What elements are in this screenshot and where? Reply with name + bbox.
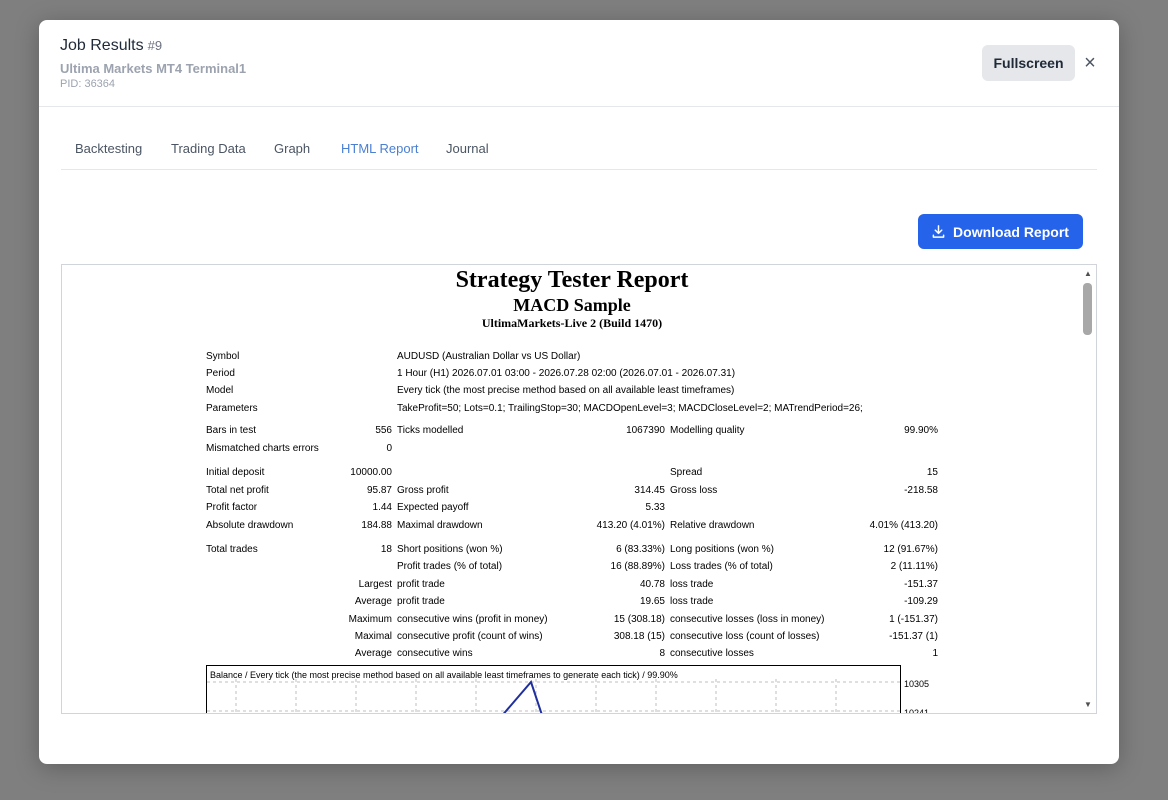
scroll-down-arrow-icon[interactable]: ▼ [1084,700,1092,709]
graph-axis-label-top: 10305 [904,679,930,689]
report-scrollbar[interactable]: ▲ ▼ [1080,265,1096,713]
stat-row-0-l3: Modelling quality [670,425,745,436]
stat-row-3-v3: -218.58 [904,485,938,496]
model-value: Every tick (the most precise method base… [397,385,735,396]
terminal-name: Ultima Markets MT4 Terminal1 [60,61,247,76]
scrollbar-thumb[interactable] [1083,283,1092,335]
stat-row-9-v1: Average [354,596,392,607]
tab-journal[interactable]: Journal [446,141,489,156]
stat-row-5-v3: 4.01% (413.20) [869,520,938,531]
parameters-value: TakeProfit=50; Lots=0.1; TrailingStop=30… [397,403,863,414]
stat-row-2-l3: Spread [670,467,703,478]
tab-trading-data[interactable]: Trading Data [171,141,246,156]
stat-row-12-v2: 8 [659,648,665,659]
stat-row-11-l2: consecutive profit (count of wins) [397,631,543,642]
stat-row-0-l1: Bars in test [206,425,257,436]
report-title: Strategy Tester Report [455,267,689,293]
job-number: #9 [147,38,163,53]
stat-row-12-l2: consecutive wins [397,648,473,659]
stat-row-11-v1: Maximal [354,631,392,642]
close-icon[interactable]: × [1081,53,1099,73]
stat-row-9-l2: profit trade [397,596,445,607]
report-server: UltimaMarkets-Live 2 (Build 1470) [481,316,663,330]
stat-row-0-v1: 556 [375,425,392,436]
stat-row-6-l2: Short positions (won %) [397,544,503,555]
html-report-frame[interactable]: Strategy Tester Report MACD Sample Ultim… [61,264,1097,714]
stat-row-9-l3: loss trade [670,596,714,607]
stat-row-11-l3: consecutive loss (count of losses) [670,631,820,642]
stat-row-10-l3: consecutive losses (loss in money) [670,614,825,625]
graph-title: Balance / Every tick (the most precise m… [210,670,678,680]
stat-row-0-v3: 99.90% [904,425,938,436]
stat-row-8-v1: Largest [358,579,392,590]
download-report-label: Download Report [953,223,1069,240]
stat-row-8-v2: 40.78 [639,579,665,590]
stat-row-4-l1: Profit factor [206,502,258,513]
stat-row-5-v1: 184.88 [361,520,392,531]
stat-row-3-v2: 314.45 [634,485,665,496]
modal-header: Job Results #9 Ultima Markets MT4 Termina… [39,20,1119,107]
stat-row-12-l3: consecutive losses [670,648,754,659]
stat-row-5-l2: Maximal drawdown [397,520,483,531]
model-label: Model [206,385,234,396]
symbol-label: Symbol [206,351,240,362]
tab-bar: Backtesting Trading Data Graph HTML Repo… [61,130,1097,170]
modal-title: Job Results #9 [60,37,162,55]
stat-row-11-v2: 308.18 (15) [613,631,665,642]
download-report-button[interactable]: Download Report [918,214,1083,249]
stat-row-4-v1: 1.44 [372,502,392,513]
process-id: PID: 36364 [60,78,116,90]
stat-row-10-v2: 15 (308.18) [613,614,665,625]
stat-row-1-v1: 0 [386,443,392,454]
fullscreen-button[interactable]: Fullscreen [982,45,1075,81]
stat-row-0-v2: 1067390 [626,425,665,436]
stat-row-5-v2: 413.20 (4.01%) [596,520,665,531]
stat-row-9-v3: -109.29 [904,596,938,607]
stat-row-7-v2: 16 (88.89%) [610,561,665,572]
stat-row-4-l2: Expected payoff [397,502,469,513]
stat-row-10-l2: consecutive wins (profit in money) [397,614,548,625]
scroll-up-arrow-icon[interactable]: ▲ [1084,269,1092,278]
stat-row-10-v3: 1 (-151.37) [889,614,938,625]
stat-row-12-v3: 1 [932,648,938,659]
tab-html-report[interactable]: HTML Report [341,141,419,156]
graph-axis-label-bottom: 10241 [904,708,930,714]
stat-row-4-v2: 5.33 [645,502,665,513]
period-label: Period [206,368,235,379]
stat-row-8-v3: -151.37 [904,579,938,590]
symbol-value: AUDUSD (Australian Dollar vs US Dollar) [397,351,581,362]
stat-row-5-l3: Relative drawdown [670,520,755,531]
balance-graph: Balance / Every tick (the most precise m… [206,665,929,713]
stat-row-8-l3: loss trade [670,579,714,590]
report-expert-name: MACD Sample [513,295,631,315]
title-text: Job Results [60,37,144,54]
stat-row-7-l2: Profit trades (% of total) [397,561,503,572]
stat-row-10-v1: Maximum [348,614,392,625]
stat-row-6-v2: 6 (83.33%) [616,544,665,555]
stat-row-8-l2: profit trade [397,579,445,590]
job-results-modal: Job Results #9 Ultima Markets MT4 Termina… [39,20,1119,764]
stat-row-9-v2: 19.65 [639,596,665,607]
stat-row-2-l1: Initial deposit [206,467,265,478]
stat-row-0-l2: Ticks modelled [397,425,464,436]
stat-row-6-l3: Long positions (won %) [670,544,774,555]
stat-row-2-v1: 10000.00 [350,467,392,478]
stat-row-7-v3: 2 (11.11%) [890,561,938,572]
stat-row-3-l2: Gross profit [397,485,449,496]
stat-row-3-l3: Gross loss [670,485,718,496]
stat-row-6-v3: 12 (91.67%) [883,544,938,555]
tab-backtesting[interactable]: Backtesting [75,141,142,156]
parameters-label: Parameters [206,403,258,414]
stat-row-6-l1: Total trades [206,544,258,555]
stat-row-11-v3: -151.37 (1) [889,631,938,642]
stat-row-12-v1: Average [354,648,392,659]
download-icon [932,225,945,238]
stat-row-6-v1: 18 [380,544,392,555]
stat-row-2-v3: 15 [926,467,938,478]
stat-row-7-l3: Loss trades (% of total) [670,561,773,572]
tab-graph[interactable]: Graph [274,141,310,156]
stat-row-3-l1: Total net profit [206,485,269,496]
stat-row-3-v1: 95.87 [366,485,392,496]
period-value: 1 Hour (H1) 2026.07.01 03:00 - 2026.07.2… [397,368,736,379]
